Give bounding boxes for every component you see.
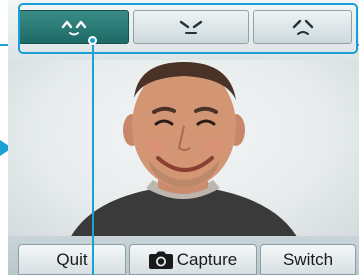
callout-highlight-frame [18,3,358,54]
face-photo-icon [68,62,300,242]
quit-button[interactable]: Quit [18,244,126,275]
switch-button-label: Switch [282,249,334,269]
capture-button-label: Capture [176,249,238,269]
switch-button[interactable]: Switch [260,244,356,275]
capture-button[interactable]: Capture [129,244,257,275]
camera-icon [148,251,173,269]
quit-button-label: Quit [56,249,88,269]
expression-tab-bar [8,0,359,60]
camera-screen: Quit Capture Switch [8,0,359,275]
callout-dot-icon [88,36,97,45]
camera-preview [8,60,359,242]
callout-leader-vertical [92,40,94,275]
